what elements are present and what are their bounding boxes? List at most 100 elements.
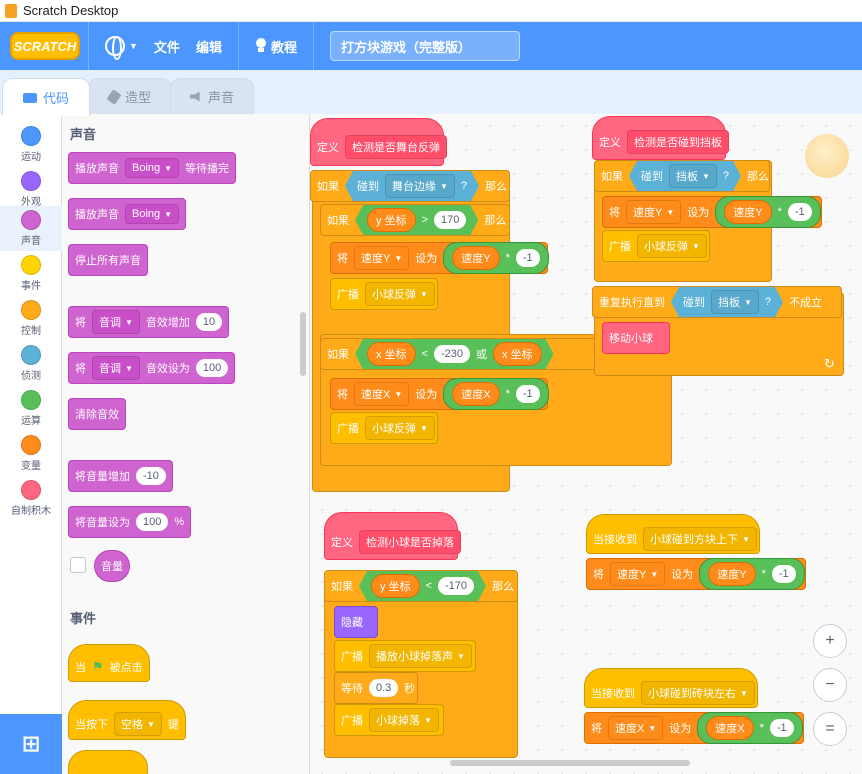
variable-dropdown[interactable]: 速度Y ▼ (626, 200, 682, 224)
variable-dropdown[interactable]: 速度X ▼ (354, 382, 410, 406)
multiply-operator[interactable]: 速度Y * -1 (443, 242, 549, 274)
category-sensing[interactable]: 侦测 (0, 341, 62, 386)
category-motion[interactable]: 运动 (0, 122, 62, 167)
block-stop-all-sounds[interactable]: 停止所有声音 (68, 244, 148, 276)
language-menu[interactable]: ▼ (97, 36, 146, 60)
variable-dropdown[interactable]: 速度Y ▼ (354, 246, 410, 270)
multiply-operator[interactable]: 速度X * -1 (443, 378, 549, 410)
tab-costumes[interactable]: 造型 (88, 78, 172, 114)
sound-dropdown[interactable]: Boing ▼ (125, 158, 180, 178)
move-ball-block[interactable]: 移动小球 (602, 322, 670, 354)
variable-dropdown[interactable]: 速度X ▼ (608, 716, 664, 740)
events-dot-icon (21, 255, 41, 275)
zoom-reset-button[interactable]: = (813, 712, 847, 746)
my-blocks-dot-icon (21, 480, 41, 500)
block-clear-effects[interactable]: 清除音效 (68, 398, 126, 430)
multiply-operator[interactable]: 速度Y * -1 (715, 196, 821, 228)
category-control[interactable]: 控制 (0, 296, 62, 341)
if-block[interactable]: 如果 碰到 舞台边缘 ▼? 那么 (310, 170, 510, 202)
zoom-out-button[interactable]: − (813, 668, 847, 702)
category-menu: 运动 外观 声音 事件 控制 侦测 运算 变量 自制积木 (0, 114, 62, 774)
when-receive-block[interactable]: 当接收到 小球碰到方块上下 ▼ (586, 514, 760, 554)
file-menu[interactable]: 文件 (146, 37, 188, 56)
message-dropdown[interactable]: 小球反弹 ▼ (365, 282, 435, 306)
message-dropdown[interactable]: 播放小球掉落声 ▼ (369, 644, 472, 668)
block-change-volume[interactable]: 将音量增加 -10 (68, 460, 173, 492)
define-block-3[interactable]: 定义 检测小球是否掉落 (324, 512, 461, 560)
block-when-key-pressed[interactable]: 当按下 空格 ▼ 键 (68, 700, 186, 740)
or-condition[interactable]: x 坐标 < -230 或 x 坐标 (355, 339, 554, 369)
add-extension-button[interactable]: ⊞ (0, 714, 62, 774)
tutorials-menu[interactable]: 教程 (247, 37, 305, 56)
message-dropdown[interactable]: 小球反弹 ▼ (365, 416, 435, 440)
tab-code[interactable]: 代码 (2, 78, 90, 116)
sensing-dot-icon (21, 345, 41, 365)
category-my-blocks[interactable]: 自制积木 (0, 476, 62, 521)
if-block-y[interactable]: 如果 y 坐标 >170 那么 (320, 204, 510, 236)
broadcast-block[interactable]: 广播 小球反弹 ▼ (330, 278, 438, 310)
define-block[interactable]: 定义 检测是否舞台反弹 (310, 118, 447, 166)
brush-icon (106, 88, 122, 105)
number-input[interactable]: 10 (195, 313, 223, 331)
broadcast-block-2[interactable]: 广播 小球反弹 ▼ (330, 412, 438, 444)
touching-condition[interactable]: 碰到 挡板 ▼? (671, 287, 783, 317)
block-play-until-done[interactable]: 播放声音 Boing ▼ 等待播完 (68, 152, 237, 184)
category-events[interactable]: 事件 (0, 251, 62, 296)
set-variable-block-x[interactable]: 将 速度X ▼ 设为 速度X * -1 (330, 378, 549, 410)
set-variable-block-3[interactable]: 将 速度Y ▼ 设为 速度Y * -1 (586, 558, 806, 590)
when-receive-block-2[interactable]: 当接收到 小球碰到砖块左右 ▼ (584, 668, 758, 708)
tab-sounds[interactable]: 声音 (170, 78, 254, 114)
variable-dropdown[interactable]: 速度Y ▼ (610, 562, 666, 586)
broadcast-block-5[interactable]: 广播 小球掉落 ▼ (334, 704, 444, 736)
define-block-2[interactable]: 定义 检测是否碰到挡板 (592, 116, 729, 160)
effect-dropdown[interactable]: 音调 ▼ (92, 310, 140, 334)
repeat-until-block[interactable]: 重复执行直到 碰到 挡板 ▼? 不成立 (592, 286, 842, 318)
set-variable-block-4[interactable]: 将 速度X ▼ 设为 速度X * -1 (584, 712, 804, 744)
set-variable-block-2[interactable]: 将 速度Y ▼ 设为 速度Y * -1 (602, 196, 822, 228)
multiply-operator[interactable]: 速度Y * -1 (699, 558, 805, 590)
block-change-effect[interactable]: 将 音调 ▼ 音效增加 10 (68, 306, 230, 338)
if-block-paddle[interactable]: 如果 碰到 挡板 ▼? 那么 (594, 160, 770, 192)
sound-dropdown[interactable]: Boing ▼ (125, 204, 180, 224)
category-operators[interactable]: 运算 (0, 386, 62, 431)
zoom-in-button[interactable]: + (813, 624, 847, 658)
message-dropdown[interactable]: 小球碰到砖块左右 ▼ (641, 681, 755, 705)
touching-condition[interactable]: 碰到 挡板 ▼? (629, 161, 741, 191)
gt-condition[interactable]: y 坐标 >170 (355, 205, 478, 235)
broadcast-block-3[interactable]: 广播 小球反弹 ▼ (602, 230, 710, 262)
block-event-partial[interactable] (68, 750, 148, 774)
message-dropdown[interactable]: 小球反弹 ▼ (637, 234, 707, 258)
hide-block[interactable]: 隐藏 (334, 606, 378, 638)
if-block-x[interactable]: 如果 x 坐标 < -230 或 x 坐标 (320, 338, 620, 370)
block-play-sound[interactable]: 播放声音 Boing ▼ (68, 198, 187, 230)
edit-menu[interactable]: 编辑 (188, 37, 230, 56)
script-area-scrollbar[interactable] (450, 760, 690, 766)
palette-scrollbar[interactable] (300, 312, 306, 376)
if-block-fall[interactable]: 如果 y 坐标 < -170 那么 (324, 570, 518, 602)
number-input[interactable]: 0.3 (369, 679, 399, 697)
touching-condition[interactable]: 碰到 舞台边缘 ▼? (345, 171, 479, 201)
block-when-flag-clicked[interactable]: 当 ⚑ 被点击 (68, 644, 150, 682)
script-area[interactable]: 定义 检测是否舞台反弹 如果 碰到 舞台边缘 ▼? 那么 如果 y 坐标 >170 那… (310, 114, 862, 774)
project-title-input[interactable]: 打方块游戏（完整版） (329, 31, 520, 61)
scratch-logo[interactable]: SCRATCH (10, 32, 80, 60)
set-variable-block[interactable]: 将 速度Y ▼ 设为 速度Y * -1 (330, 242, 549, 274)
number-input[interactable]: -10 (136, 467, 166, 485)
lt-condition[interactable]: y 坐标 < -170 (359, 571, 486, 601)
multiply-operator[interactable]: 速度X * -1 (697, 712, 803, 744)
message-dropdown[interactable]: 小球掉落 ▼ (369, 708, 439, 732)
category-variables[interactable]: 变量 (0, 431, 62, 476)
category-sound[interactable]: 声音 (0, 206, 62, 251)
message-dropdown[interactable]: 小球碰到方块上下 ▼ (643, 527, 757, 551)
block-volume-reporter[interactable]: 音量 (94, 550, 130, 582)
define-name: 检测小球是否掉落 (359, 530, 461, 554)
number-input[interactable]: 100 (195, 359, 229, 377)
broadcast-block-4[interactable]: 广播 播放小球掉落声 ▼ (334, 640, 476, 672)
number-input[interactable]: 100 (136, 513, 169, 531)
key-dropdown[interactable]: 空格 ▼ (114, 712, 162, 736)
volume-monitor-checkbox[interactable] (70, 557, 86, 573)
wait-block[interactable]: 等待 0.3 秒 (334, 672, 418, 704)
block-set-effect[interactable]: 将 音调 ▼ 音效设为 100 (68, 352, 236, 384)
block-set-volume[interactable]: 将音量设为 100 % (68, 506, 192, 538)
effect-dropdown[interactable]: 音调 ▼ (92, 356, 140, 380)
